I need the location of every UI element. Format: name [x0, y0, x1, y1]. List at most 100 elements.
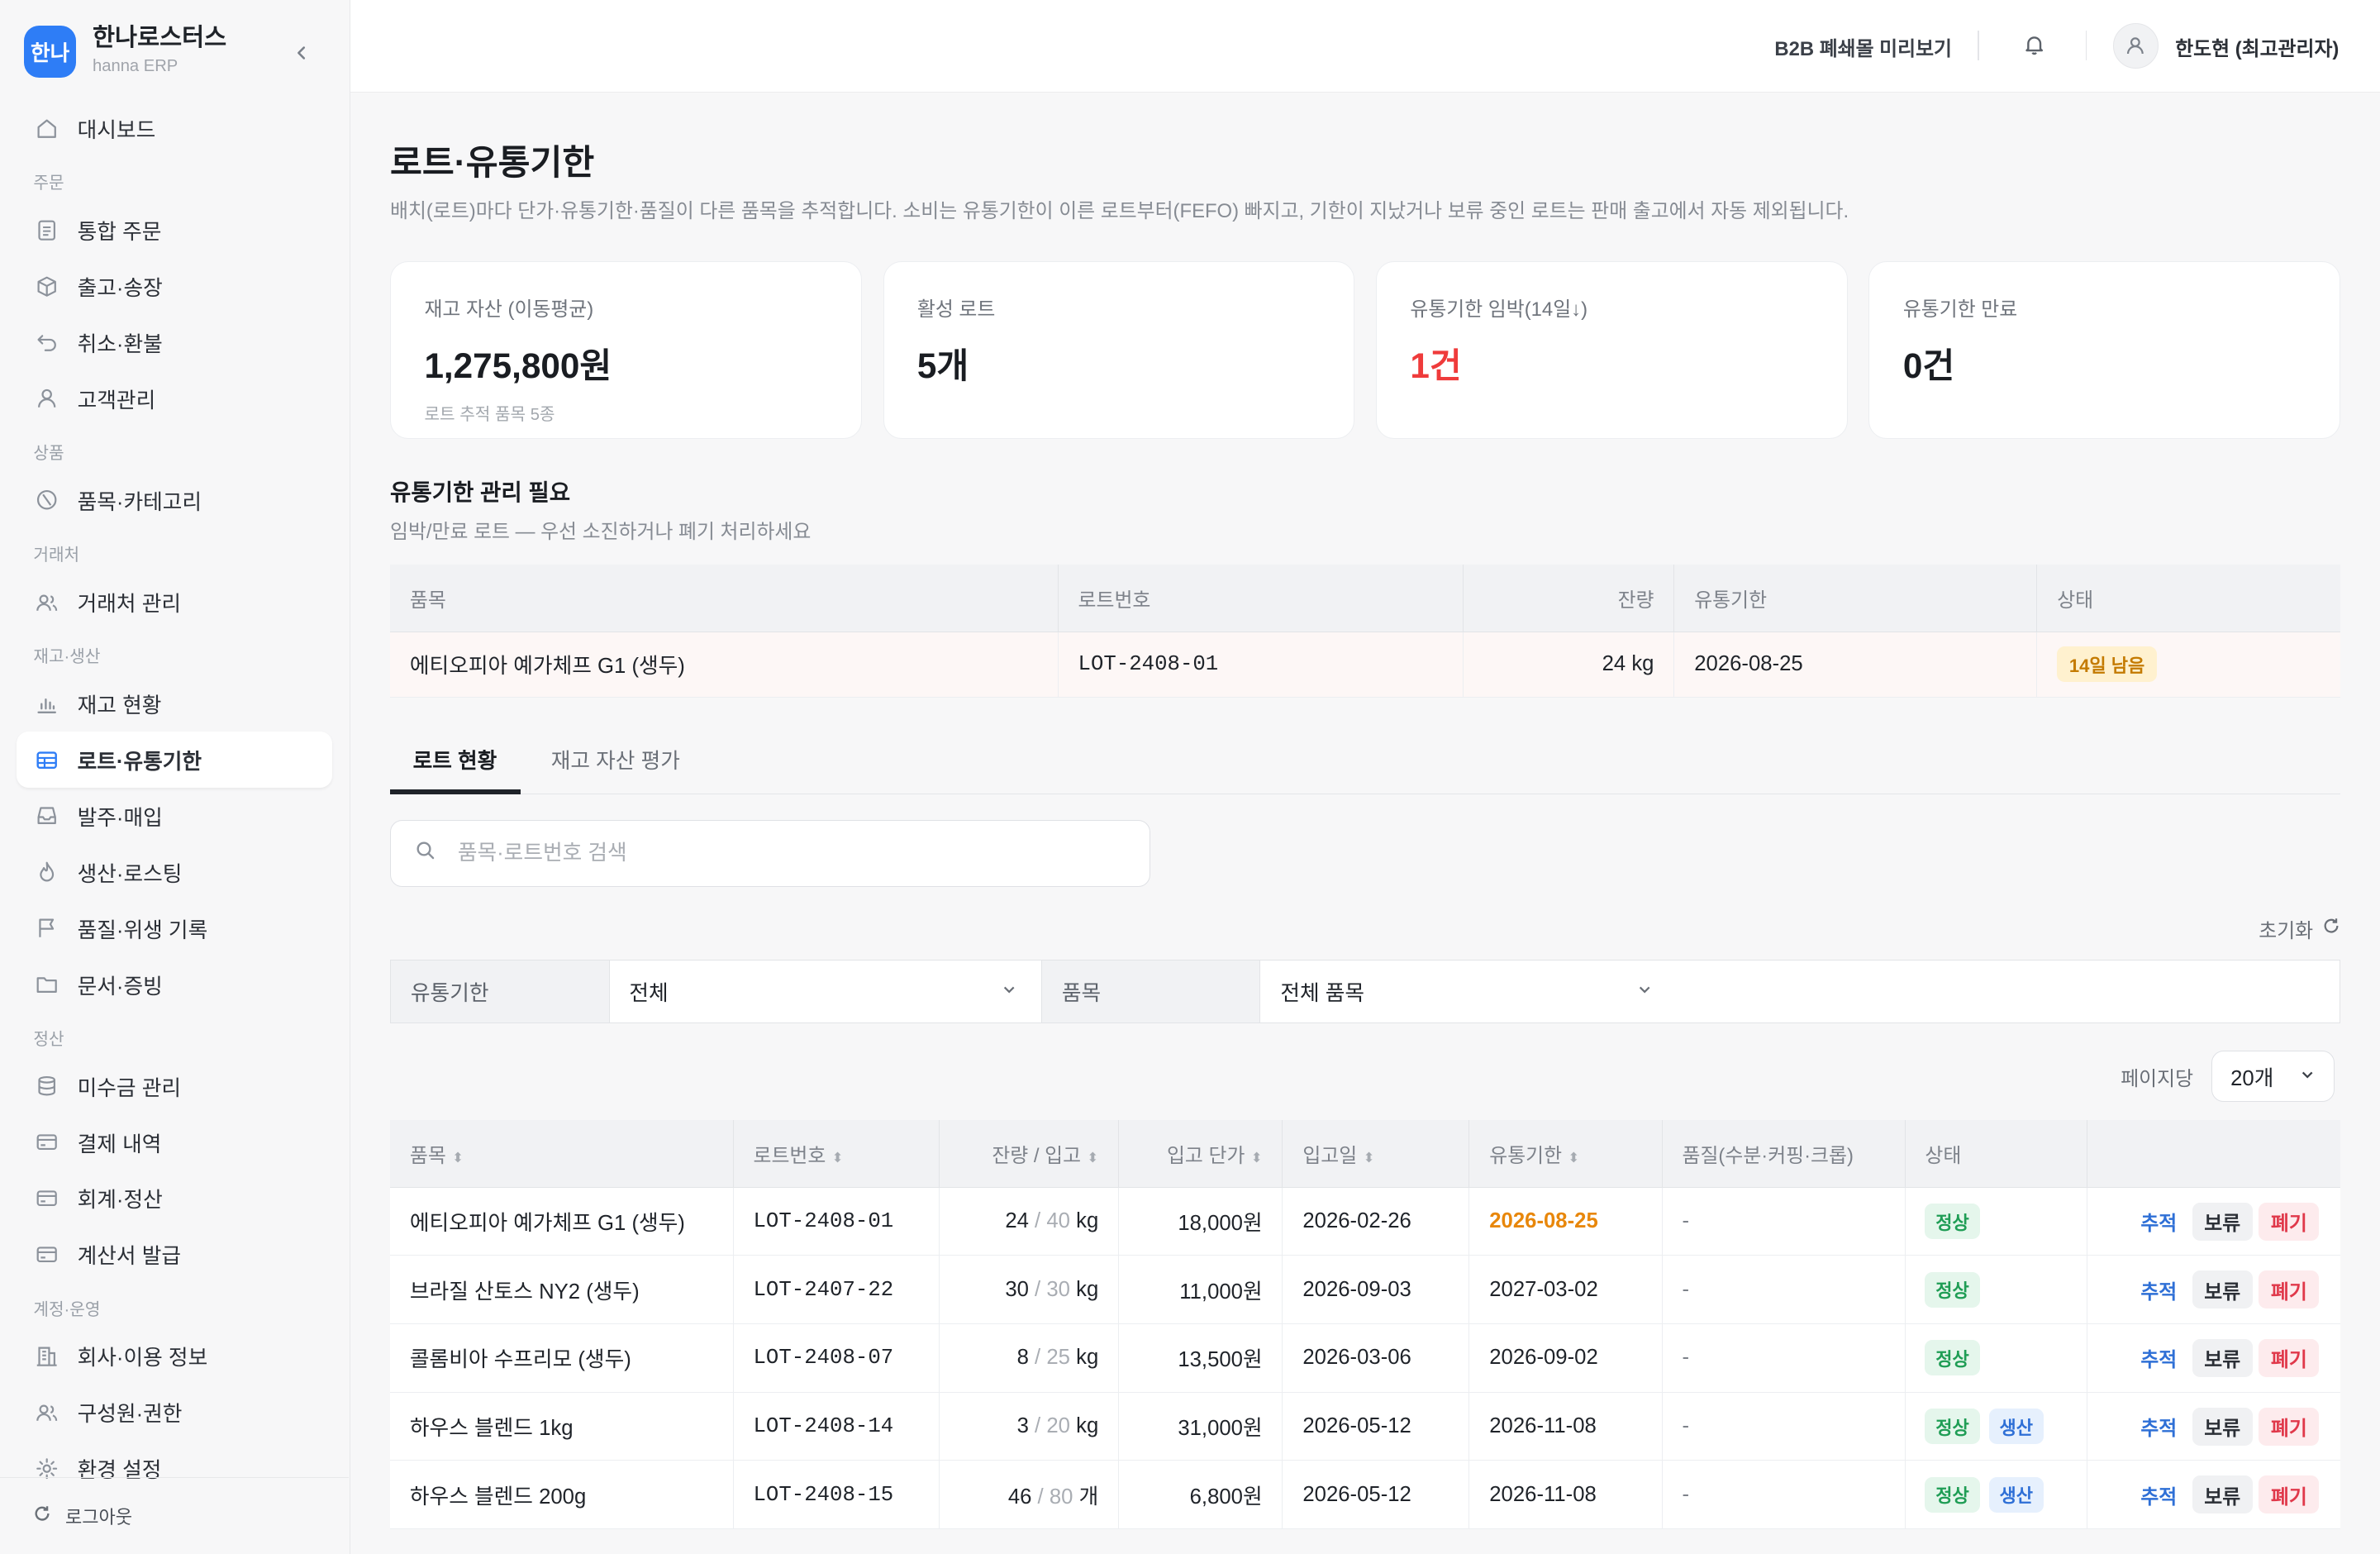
folder-icon	[35, 972, 59, 996]
actions-cell: 추적 보류 폐기	[2087, 1323, 2341, 1393]
lot-cell: LOT-2408-07	[733, 1323, 940, 1393]
column-header-expiry[interactable]: 유통기한 ⬍	[1468, 1120, 1663, 1188]
chevron-down-icon	[1002, 980, 1016, 1003]
remain-qty: 30	[1005, 1277, 1029, 1301]
sidebar-item[interactable]: 구성원·권한	[17, 1385, 332, 1441]
in-date-cell: 2026-05-12	[1282, 1392, 1470, 1461]
search-icon	[415, 839, 436, 867]
sidebar-item[interactable]: 재고 현황	[17, 675, 332, 732]
refresh-icon	[2322, 917, 2340, 941]
hold-button[interactable]: 보류	[2192, 1475, 2253, 1514]
column-header-in-date[interactable]: 입고일 ⬍	[1282, 1120, 1470, 1188]
status-cell: 정상	[1905, 1187, 2087, 1256]
table-row[interactable]: 하우스 블렌드 200g LOT-2408-15 46 / 80 개 6,800원 20…	[390, 1460, 2341, 1529]
lot-cell: LOT-2408-01	[1058, 632, 1464, 698]
sidebar-item-label: 회사·이용 정보	[77, 1347, 208, 1370]
quality-cell: -	[1662, 1323, 1906, 1393]
sidebar-item[interactable]: 생산·로스팅	[17, 844, 332, 900]
track-button[interactable]: 추적	[2140, 1480, 2177, 1509]
status-badge: 정상	[1925, 1476, 1980, 1513]
stat-value: 0건	[1902, 346, 1955, 385]
sidebar-item-label: 통합 주문	[77, 220, 162, 244]
item-filter-select[interactable]: 전체 품목	[1260, 961, 1676, 1022]
column-header-actions	[2087, 1120, 2341, 1188]
reset-button[interactable]: 초기화	[2259, 914, 2340, 943]
price-cell: 31,000원	[1118, 1392, 1283, 1461]
sidebar-item[interactable]: 로트·유통기한	[17, 732, 333, 789]
sidebar-item[interactable]: 거래처 관리	[17, 574, 332, 630]
column-header: 로트번호	[1058, 565, 1464, 632]
hold-button[interactable]: 보류	[2192, 1202, 2253, 1241]
expiry-section-description: 임박/만료 로트 — 우선 소진하거나 폐기 처리하세요	[390, 520, 812, 543]
lot-table: 품목 ⬍ 로트번호 ⬍ 잔량 / 입고 ⬍ 입고 단가 ⬍ 입고일 ⬍ 유통기한 ⬍ 품질(…	[390, 1120, 2341, 1529]
lot-cell: LOT-2408-14	[733, 1392, 940, 1461]
b2b-preview-link[interactable]: B2B 폐쇄몰 미리보기	[1774, 32, 1952, 61]
item-cell: 하우스 블렌드 200g	[390, 1460, 734, 1529]
qty-separator: /	[1031, 1485, 1050, 1509]
chevron-down-icon	[1637, 980, 1652, 1003]
in-date-cell: 2026-09-03	[1282, 1255, 1470, 1325]
sidebar-item[interactable]: 출고·송장	[17, 258, 332, 314]
card-icon	[35, 1186, 59, 1210]
users-icon	[35, 1400, 59, 1424]
hold-button[interactable]: 보류	[2192, 1338, 2253, 1377]
table-row[interactable]: 하우스 블렌드 1kg LOT-2408-14 3 / 20 kg 31,000원 20…	[390, 1392, 2341, 1461]
column-header-qty[interactable]: 잔량 / 입고 ⬍	[939, 1120, 1120, 1188]
discard-button[interactable]: 폐기	[2259, 1338, 2320, 1377]
track-button[interactable]: 추적	[2140, 1343, 2177, 1372]
qty-cell: 24 / 40 kg	[939, 1187, 1120, 1256]
track-button[interactable]: 추적	[2140, 1275, 2177, 1304]
qty-cell: 3 / 20 kg	[939, 1392, 1120, 1461]
sidebar-item[interactable]: 미수금 관리	[17, 1058, 332, 1114]
sidebar-item[interactable]: 통합 주문	[17, 202, 332, 258]
sidebar-item[interactable]: 문서·증빙	[17, 956, 332, 1013]
hold-button[interactable]: 보류	[2192, 1407, 2253, 1446]
column-header-item[interactable]: 품목 ⬍	[390, 1120, 734, 1188]
status-cell: 14일 남음	[2036, 632, 2341, 698]
in-date-cell: 2026-03-06	[1282, 1323, 1470, 1393]
sidebar-item[interactable]: 품질·위생 기록	[17, 900, 332, 956]
table-row[interactable]: 에티오피아 예가체프 G1 (생두) LOT-2408-01 24 kg 202…	[390, 632, 2341, 698]
sidebar-item[interactable]: 품목·카테고리	[17, 472, 332, 528]
building-icon	[35, 1344, 59, 1368]
track-button[interactable]: 추적	[2140, 1207, 2177, 1236]
item-filter-value: 전체 품목	[1280, 981, 1365, 1005]
collapse-sidebar-icon[interactable]	[288, 40, 316, 67]
track-button[interactable]: 추적	[2140, 1412, 2177, 1441]
expiry-filter-select[interactable]: 전체	[610, 960, 1042, 1022]
sidebar-item[interactable]: 발주·매입	[17, 788, 332, 844]
logout-button[interactable]: 로그아웃	[0, 1477, 350, 1554]
brand[interactable]: 한나 한나로스터스 hanna ERP	[24, 24, 226, 79]
tab-valuation[interactable]: 재고 자산 평가	[551, 744, 680, 775]
per-page-select[interactable]: 20개	[2211, 1050, 2335, 1103]
discard-button[interactable]: 폐기	[2259, 1475, 2320, 1514]
sidebar-item[interactable]: 회계·정산	[17, 1170, 332, 1227]
discard-button[interactable]: 폐기	[2259, 1202, 2320, 1241]
bell-icon[interactable]	[2022, 32, 2046, 63]
undo-icon	[35, 330, 59, 354]
sidebar-item[interactable]: 결제 내역	[17, 1114, 332, 1170]
qty-unit: 개	[1078, 1485, 1099, 1509]
discard-button[interactable]: 폐기	[2259, 1270, 2320, 1309]
stat-card: 유통기한 임박(14일↓) 1건	[1375, 260, 1848, 439]
column-header-lot[interactable]: 로트번호 ⬍	[733, 1120, 940, 1188]
search-input[interactable]	[457, 841, 1096, 865]
status-badge: 정상	[1925, 1409, 1980, 1445]
tab-lots[interactable]: 로트 현황	[413, 744, 497, 775]
sidebar-item[interactable]: 취소·환불	[17, 314, 332, 370]
discard-button[interactable]: 폐기	[2259, 1407, 2320, 1446]
table-row[interactable]: 에티오피아 예가체프 G1 (생두) LOT-2408-01 24 / 40 kg 1…	[390, 1187, 2341, 1256]
user-name[interactable]: 한도현 (최고관리자)	[2175, 32, 2339, 61]
column-header-price[interactable]: 입고 단가 ⬍	[1118, 1120, 1283, 1188]
sidebar-item[interactable]: 대시보드	[17, 100, 332, 156]
sidebar-item[interactable]: 고객관리	[17, 370, 332, 427]
avatar[interactable]	[2112, 22, 2159, 69]
divider	[2085, 30, 2087, 61]
sidebar-item[interactable]: 회사·이용 정보	[17, 1328, 332, 1385]
sidebar-item[interactable]: 계산서 발급	[17, 1227, 332, 1283]
hold-button[interactable]: 보류	[2192, 1270, 2253, 1309]
sidebar-section-label: 재고·생산	[33, 648, 101, 667]
table-row[interactable]: 콜롬비아 수프리모 (생두) LOT-2408-07 8 / 25 kg 13,500…	[390, 1323, 2341, 1393]
status-cell: 정상 생산	[1905, 1460, 2087, 1529]
table-row[interactable]: 브라질 산토스 NY2 (생두) LOT-2407-22 30 / 30 kg 11,…	[390, 1255, 2341, 1325]
